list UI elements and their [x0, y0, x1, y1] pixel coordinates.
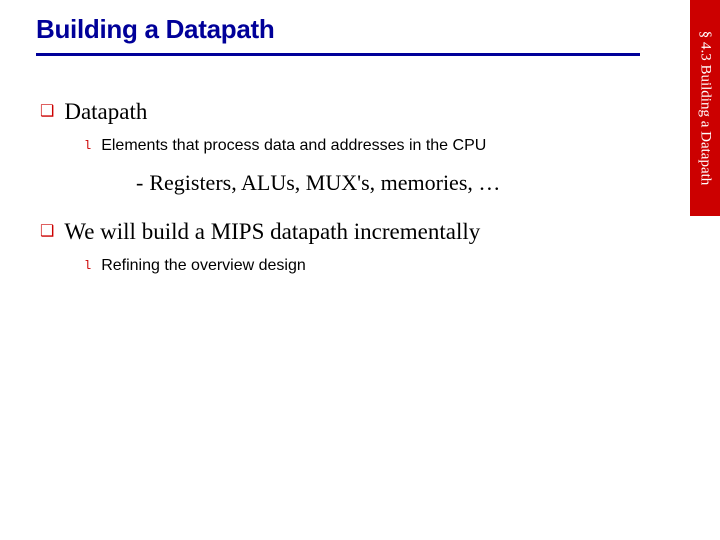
lvl3-text: Registers, ALUs, MUX's, memories, … — [149, 170, 500, 196]
list-item: ❑ Datapath — [40, 98, 660, 126]
side-tab: § 4.3 Building a Datapath — [690, 0, 720, 216]
lvl2-text: Elements that process data and addresses… — [101, 136, 486, 156]
dash-bullet-icon: - — [136, 170, 143, 196]
lvl1-text: Datapath — [64, 98, 147, 126]
content-area: ❑ Datapath l Elements that process data … — [0, 56, 720, 276]
sub-bullet-icon: l — [84, 256, 91, 276]
sub-bullet-icon: l — [84, 136, 91, 156]
slide-title: Building a Datapath — [36, 14, 720, 45]
list-item: ❑ We will build a MIPS datapath incremen… — [40, 218, 660, 246]
block: ❑ We will build a MIPS datapath incremen… — [40, 218, 660, 276]
lvl1-text: We will build a MIPS datapath incrementa… — [64, 218, 480, 246]
list-item: l Refining the overview design — [84, 256, 660, 276]
lvl2-text: Refining the overview design — [101, 256, 306, 276]
title-area: Building a Datapath — [0, 0, 720, 45]
side-tab-label: § 4.3 Building a Datapath — [697, 31, 714, 186]
square-bullet-icon: ❑ — [40, 218, 54, 246]
list-item: l Elements that process data and address… — [84, 136, 660, 156]
square-bullet-icon: ❑ — [40, 98, 54, 126]
list-item: - Registers, ALUs, MUX's, memories, … — [136, 170, 660, 196]
slide: Building a Datapath § 4.3 Building a Dat… — [0, 0, 720, 540]
